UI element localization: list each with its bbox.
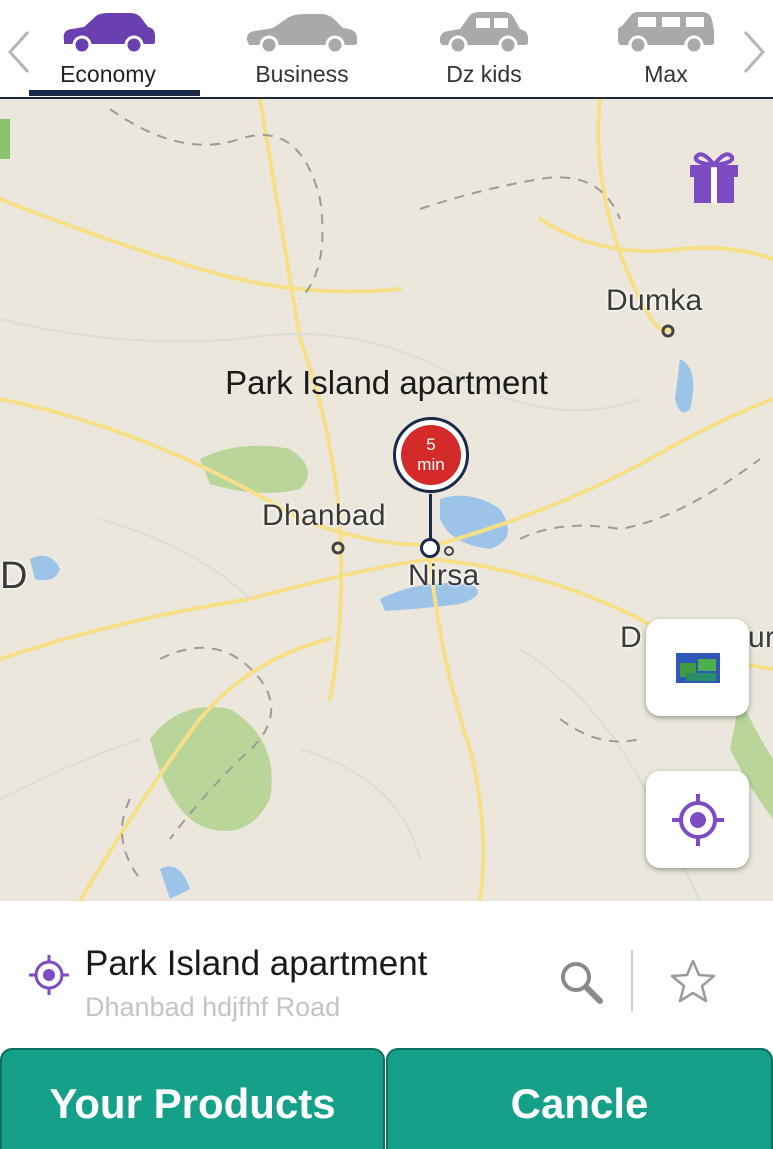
car-type-economy[interactable]: Economy — [23, 6, 193, 94]
chevron-right-icon[interactable] — [739, 28, 769, 76]
car-kids-icon — [439, 12, 528, 54]
car-type-label: Max — [644, 61, 688, 87]
map-label-nirsa: Nirsa — [408, 559, 480, 592]
map-label-dumka: Dumka — [606, 284, 703, 317]
locate-me-button[interactable] — [646, 771, 749, 868]
map-label-dhanbad: Dhanbad — [262, 499, 386, 532]
car-type-business[interactable]: Business — [217, 6, 387, 94]
address-title[interactable]: Park Island apartment — [85, 944, 427, 984]
car-type-dz-kids[interactable]: Dz kids — [399, 6, 569, 94]
map-layer-icon — [675, 652, 720, 683]
car-type-max[interactable]: Max — [581, 6, 751, 94]
map-label-right-edge-tail: ur — [748, 621, 773, 654]
gift-icon[interactable] — [688, 147, 740, 205]
star-icon[interactable] — [668, 957, 718, 1007]
pickup-location-title: Park Island apartment — [225, 364, 548, 401]
eta-badge: 5 min — [393, 417, 469, 493]
map-label-left-edge: D — [0, 555, 28, 597]
selected-car-indicator — [29, 90, 200, 96]
pickup-pin[interactable]: 5 min — [388, 412, 474, 562]
car-max-icon — [618, 12, 714, 54]
map-layer-button[interactable] — [646, 619, 749, 716]
car-type-label: Economy — [60, 61, 156, 87]
eta-unit: min — [417, 455, 445, 474]
car-economy-icon — [63, 13, 155, 54]
car-type-label: Dz kids — [446, 61, 522, 87]
map-label-right-edge: D — [620, 621, 642, 654]
car-type-selector: Economy Business Dz kids Max — [0, 0, 773, 99]
pin-stem — [429, 494, 432, 544]
pin-foot — [420, 538, 440, 558]
cancel-button[interactable]: Cancle — [386, 1048, 773, 1149]
your-products-button[interactable]: Your Products — [0, 1048, 385, 1149]
address-subtitle: Dhanbad hdjfhf Road — [85, 992, 341, 1022]
location-target-icon — [29, 955, 69, 995]
address-divider — [631, 950, 633, 1012]
eta-circle: 5 min — [401, 425, 461, 485]
car-type-label: Business — [255, 61, 349, 87]
car-business-icon — [246, 14, 357, 54]
map-view[interactable]: Dumka Dhanbad Nirsa D D ur Park Island a… — [0, 99, 773, 901]
crosshair-icon — [671, 793, 724, 846]
search-icon[interactable] — [556, 957, 606, 1007]
eta-value: 5 — [426, 435, 436, 454]
